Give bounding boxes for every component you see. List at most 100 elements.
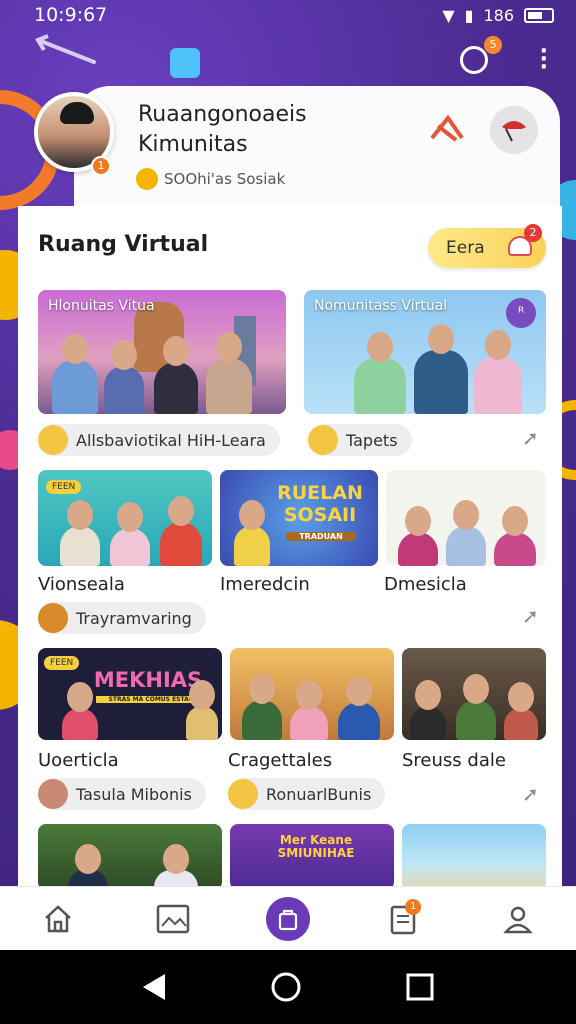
person xyxy=(446,526,486,566)
battery-icon xyxy=(524,7,554,23)
person xyxy=(414,350,468,414)
profile-icon xyxy=(503,906,534,933)
home-circle-icon[interactable] xyxy=(270,971,302,1003)
community-card[interactable]: MEKHIAS STRAS MA COMUS ESTAU FEEN xyxy=(38,648,222,740)
nav-profile[interactable] xyxy=(496,897,540,941)
person xyxy=(398,532,438,566)
nav-gallery[interactable] xyxy=(151,897,195,941)
person xyxy=(410,706,446,740)
person xyxy=(186,706,218,740)
helmet-icon xyxy=(502,121,526,142)
emoji-icon xyxy=(38,425,68,455)
profile-subtitle-row: SOOhi'as Sosiak xyxy=(136,168,285,190)
share-arrow-icon[interactable]: ➚ xyxy=(522,604,539,628)
nav-clipboard[interactable]: 1 xyxy=(381,897,425,941)
wifi-icon: ▼ xyxy=(442,5,455,25)
person xyxy=(154,362,198,414)
profile-name: Ruaangonoaeis Kimunitas xyxy=(138,102,307,157)
chip-label: RonuarlBunis xyxy=(266,784,372,804)
avatar xyxy=(38,779,68,809)
user-chip[interactable]: Tapets xyxy=(308,424,412,456)
power-icon[interactable] xyxy=(460,46,488,74)
section-action-button[interactable]: Eera 2 xyxy=(428,224,546,268)
card-label: Hlonuitas Vitua xyxy=(48,298,155,314)
user-chip[interactable]: Trayramvaring xyxy=(38,602,206,634)
gallery-icon xyxy=(156,904,190,933)
badge-icon: ᴿ xyxy=(506,298,536,328)
coin-icon xyxy=(136,168,158,190)
community-card[interactable] xyxy=(38,824,222,886)
card-headline: RUELAN SOSAII xyxy=(277,482,363,526)
person xyxy=(474,356,522,414)
community-card[interactable]: ᴿ Nomunitass Virtual xyxy=(304,290,546,414)
status-bar: 10:9:67 ▼ ▮ 186 xyxy=(0,0,576,30)
community-card[interactable] xyxy=(230,648,394,740)
community-card[interactable] xyxy=(402,648,546,740)
person xyxy=(60,526,100,566)
person xyxy=(242,700,282,740)
nav-bag[interactable] xyxy=(265,896,310,941)
emoji-icon xyxy=(228,779,258,809)
share-icon[interactable] xyxy=(428,112,466,142)
community-card[interactable] xyxy=(386,470,546,566)
card-caption: Imeredcin xyxy=(220,574,310,595)
person xyxy=(104,366,144,414)
community-card[interactable]: FEEN xyxy=(38,470,212,566)
bottom-nav: 1 xyxy=(0,886,576,950)
home-icon xyxy=(44,904,71,932)
nav-badge: 1 xyxy=(405,898,422,915)
profile-action-button[interactable] xyxy=(490,106,538,154)
person xyxy=(456,700,496,740)
card-caption: Sreuss dale xyxy=(402,750,506,771)
notification-badge: 2 xyxy=(524,224,542,242)
person xyxy=(494,532,536,566)
person xyxy=(504,708,538,740)
person xyxy=(206,358,252,414)
emoji-icon xyxy=(38,603,68,633)
community-card[interactable]: RUELAN SOSAII TRADUAN xyxy=(220,470,378,566)
card-subline: TRADUAN xyxy=(286,532,356,541)
chip-label: Tasula Mibonis xyxy=(76,784,192,804)
back-icon[interactable] xyxy=(141,972,167,1002)
person xyxy=(68,870,108,886)
user-chip[interactable]: Allsbaviotikal HiH-Leara xyxy=(38,424,280,456)
person xyxy=(290,706,328,740)
signal-icon: ▮ xyxy=(464,5,474,25)
person xyxy=(354,358,406,414)
community-card[interactable]: Hlonuitas Vitua xyxy=(38,290,286,414)
nav-home[interactable] xyxy=(36,897,80,941)
card-headline: Mer Keane SMIUNIHAE xyxy=(277,833,355,860)
card-label: Nomunitass Virtual xyxy=(314,298,448,314)
person xyxy=(338,702,380,740)
emoji-icon xyxy=(308,425,338,455)
card-caption: Dmesicla xyxy=(384,574,467,595)
card-tag: FEEN xyxy=(46,480,82,494)
signal-text: 186 xyxy=(483,5,514,25)
section-title: Ruang Virtual xyxy=(38,232,209,257)
arrow-decor-icon xyxy=(35,34,96,64)
profile-subtitle: SOOhi'as Sosiak xyxy=(164,170,286,188)
person xyxy=(160,522,202,566)
community-card[interactable] xyxy=(402,824,546,886)
system-nav-bar xyxy=(0,950,576,1024)
person xyxy=(234,526,270,566)
card-caption: Cragettales xyxy=(228,750,333,771)
community-card[interactable]: Mer Keane SMIUNIHAE xyxy=(230,824,394,886)
recents-icon[interactable] xyxy=(405,972,435,1002)
share-arrow-icon[interactable]: ➚ xyxy=(522,426,539,450)
section-action-label: Eera xyxy=(446,238,485,258)
user-chip[interactable]: RonuarlBunis xyxy=(228,778,386,810)
person xyxy=(154,870,198,886)
main-card: Ruang Virtual Eera 2 Hlonuitas Vitua ᴿ N… xyxy=(18,206,562,886)
more-menu-icon[interactable]: · · · xyxy=(540,41,548,79)
person xyxy=(110,528,150,566)
share-arrow-icon[interactable]: ➚ xyxy=(522,782,539,806)
top-bar: 5 · · · xyxy=(0,34,576,82)
person xyxy=(52,360,98,414)
chip-label: Tapets xyxy=(346,430,398,450)
person xyxy=(62,708,98,740)
user-chip[interactable]: Tasula Mibonis xyxy=(38,778,206,810)
card-caption: Vionseala xyxy=(38,574,125,595)
status-time: 10:9:67 xyxy=(34,4,108,26)
power-badge: 5 xyxy=(484,36,502,54)
